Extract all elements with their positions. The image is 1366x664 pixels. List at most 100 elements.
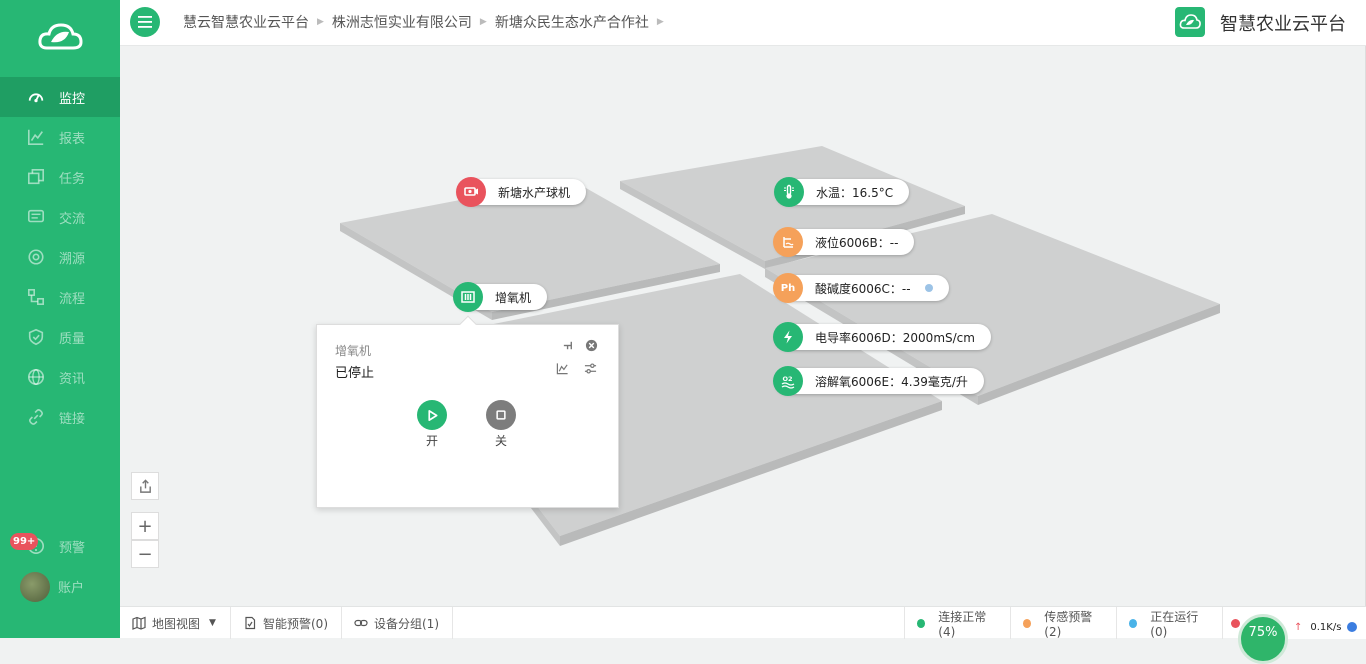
map-icon: [132, 616, 146, 630]
device-label-text: 增氧机: [495, 290, 532, 305]
map-view-label: 地图视图: [152, 616, 201, 631]
settings-sliders-icon[interactable]: [583, 361, 597, 375]
top-header: 慧云智慧农业云平台 ▶ 株洲志恒实业有限公司 ▶ 新塘众民生态水产合作社 ▶ 智…: [120, 0, 1366, 46]
sensor-label-ph[interactable]: Ph 酸碱度6006C：--: [773, 273, 949, 303]
status-dot: [1231, 618, 1240, 628]
task-icon: [26, 167, 46, 187]
performance-gauge[interactable]: 75%: [1238, 614, 1288, 664]
status-connected[interactable]: 连接正常(4): [904, 607, 1011, 639]
device-control-popup: 增氧机 已停止 开 关: [316, 315, 619, 508]
device-group-label: 设备分组(1): [374, 616, 439, 631]
status-dot: [917, 618, 926, 628]
sidebar-item-news[interactable]: 资讯: [0, 357, 120, 397]
popup-title: 增氧机: [335, 344, 372, 358]
sidebar-item-chat[interactable]: 交流: [0, 197, 120, 237]
sidebar-item-label: 任务: [59, 171, 86, 187]
bolt-icon: [773, 322, 803, 352]
bottom-status-bar: 地图视图 ▼ 智能预警(0) 设备分组(1) 连接正常(4) 传感预警(2) 正…: [120, 606, 1366, 664]
link-icon: [26, 407, 46, 427]
menu-toggle-button[interactable]: [130, 7, 160, 37]
stop-label: 关: [494, 434, 507, 448]
link-icon: [354, 619, 368, 627]
status-running[interactable]: 正在运行(0): [1117, 607, 1223, 639]
sidebar-item-label: 账户: [58, 580, 85, 596]
map-canvas[interactable]: 新塘水产球机 增氧机 水温：16.5°C 液位6006B：-- Ph 酸碱度60…: [120, 46, 1365, 606]
sidebar-item-label: 流程: [59, 291, 86, 307]
sensor-label-text: 电导率6006D：2000mS/cm: [815, 330, 975, 345]
oxygen-icon: O2: [773, 366, 803, 396]
alert-doc-icon: [245, 616, 256, 630]
status-label: 连接正常(4): [938, 609, 987, 639]
sensor-label-text: 溶解氧6006E：4.39毫克/升: [815, 374, 968, 389]
cloud-leaf-logo-icon: [37, 20, 83, 54]
breadcrumb-item[interactable]: 慧云智慧农业云平台: [183, 12, 309, 32]
sidebar-item-trace[interactable]: 溯源: [0, 237, 120, 277]
caret-down-icon: ▼: [209, 618, 216, 628]
stop-button[interactable]: [486, 400, 516, 430]
breadcrumb-item[interactable]: 株洲志恒实业有限公司: [332, 12, 472, 32]
brand-logo-icon: [1175, 7, 1205, 37]
zoom-in-button[interactable]: +: [131, 512, 159, 540]
thermometer-icon: [774, 177, 804, 207]
water-level-icon: [773, 227, 803, 257]
device-label-aerator[interactable]: 增氧机: [453, 282, 548, 312]
trace-icon: [26, 247, 46, 267]
pin-icon[interactable]: [561, 338, 575, 352]
status-label: 传感预警(2): [1044, 609, 1093, 639]
device-group-tab[interactable]: 设备分组(1): [342, 607, 453, 639]
map-view-dropdown[interactable]: 地图视图 ▼: [120, 607, 231, 639]
status-label: 正在运行(0): [1150, 609, 1199, 639]
breadcrumb-item[interactable]: 新塘众民生态水产合作社: [495, 12, 649, 32]
close-icon[interactable]: [584, 338, 598, 352]
device-status: 已停止: [335, 366, 375, 381]
sensor-label-water-temp[interactable]: 水温：16.5°C: [774, 177, 910, 207]
camera-icon: [456, 177, 486, 207]
sidebar-item-monitor[interactable]: 监控: [0, 77, 120, 117]
network-speed: 0.1K/s: [1310, 621, 1342, 633]
sidebar-item-reports[interactable]: 报表: [0, 117, 120, 157]
alert-count-badge: 99+: [10, 533, 39, 550]
sidebar-item-flow[interactable]: 流程: [0, 277, 120, 317]
history-chart-icon[interactable]: [555, 361, 569, 375]
sidebar-item-links[interactable]: 链接: [0, 397, 120, 437]
share-icon: [139, 478, 151, 493]
sidebar-item-label: 交流: [59, 211, 86, 227]
zoom-out-button[interactable]: −: [131, 540, 159, 568]
network-speed-widget: ↑ 0.1K/s: [1288, 615, 1366, 639]
chevron-right-icon: ▶: [479, 17, 487, 27]
sensor-label-text: 水温：16.5°C: [816, 185, 894, 200]
chevron-right-icon: ▶: [656, 17, 664, 27]
sidebar-item-quality[interactable]: 质量: [0, 317, 120, 357]
sidebar-item-tasks[interactable]: 任务: [0, 157, 120, 197]
smart-alert-tab[interactable]: 智能预警(0): [231, 607, 342, 639]
shield-icon: [26, 327, 46, 347]
start-button[interactable]: [417, 400, 447, 430]
status-dot: [924, 284, 933, 292]
device-label-camera[interactable]: 新塘水产球机: [456, 177, 587, 207]
hamburger-icon: [138, 16, 152, 28]
sidebar-item-label: 预警: [59, 540, 86, 556]
network-indicator-icon: [1347, 622, 1358, 632]
sidebar-item-label: 资讯: [59, 371, 86, 387]
brand-title: 智慧农业云平台: [1220, 14, 1346, 35]
breadcrumb: 慧云智慧农业云平台 ▶ 株洲志恒实业有限公司 ▶ 新塘众民生态水产合作社 ▶: [183, 0, 672, 44]
aerator-icon: [453, 282, 483, 312]
globe-icon: [26, 367, 46, 387]
sidebar: 监控 报表 任务 交流 溯源 流程 质量 资讯 链接 预警 99+ 账户: [0, 0, 120, 638]
sidebar-item-account[interactable]: 账户: [0, 566, 120, 606]
sensor-label-text: 酸碱度6006C：--: [815, 281, 911, 296]
sensor-label-text: 液位6006B：--: [815, 235, 899, 250]
sensor-label-water-level[interactable]: 液位6006B：--: [773, 227, 915, 257]
ph-icon: Ph: [773, 273, 803, 303]
pond-tiles: [340, 146, 1220, 546]
sensor-label-conductivity[interactable]: 电导率6006D：2000mS/cm: [773, 322, 991, 352]
export-button[interactable]: [131, 472, 159, 500]
sensor-label-dissolved-oxygen[interactable]: O2 溶解氧6006E：4.39毫克/升: [773, 366, 984, 396]
device-label-text: 新塘水产球机: [498, 185, 571, 200]
dashboard-icon: [26, 87, 46, 107]
status-sensor-alert[interactable]: 传感预警(2): [1011, 607, 1117, 639]
smart-alert-label: 智能预警(0): [263, 616, 328, 631]
sidebar-item-label: 链接: [59, 411, 86, 427]
status-dot: [1023, 618, 1032, 628]
arrow-up-icon: ↑: [1294, 621, 1303, 633]
